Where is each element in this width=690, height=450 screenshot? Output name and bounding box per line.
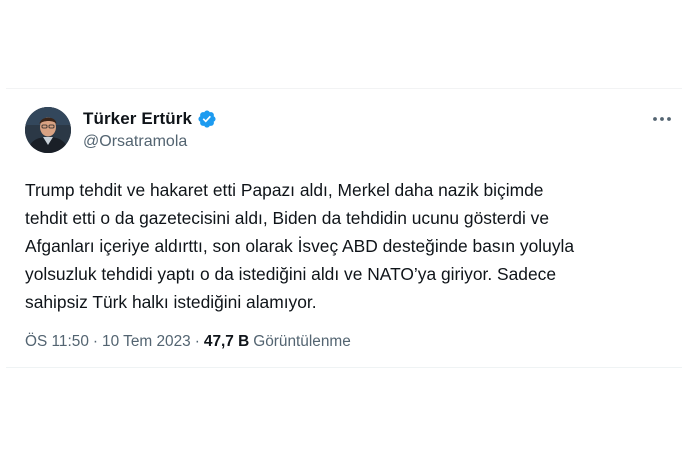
- tweet-text-line: sahipsiz Türk halkı istediğini alamıyor.: [25, 292, 317, 312]
- tweet-date[interactable]: 10 Tem 2023: [102, 333, 191, 351]
- verified-badge-icon: [197, 109, 217, 129]
- meta-separator: ·: [194, 333, 200, 350]
- tweet-time[interactable]: ÖS 11:50: [25, 333, 89, 351]
- tweet-card: Türker Ertürk @Orsatramola Trump tehdit …: [6, 88, 682, 368]
- author-display-name[interactable]: Türker Ertürk: [83, 109, 192, 129]
- tweet-text: Trump tehdit ve hakaret etti Papazı aldı…: [25, 176, 670, 316]
- tweet-meta: ÖS 11:50 · 10 Tem 2023 · 47,7 B Görüntül…: [25, 333, 351, 351]
- meta-separator: ·: [92, 333, 99, 350]
- author-name-row[interactable]: Türker Ertürk: [83, 108, 217, 130]
- tweet-text-line: yolsuzluk tehdidi yaptı o da istediğini …: [25, 264, 557, 284]
- author-handle[interactable]: @Orsatramola: [83, 133, 187, 151]
- more-options-button[interactable]: [650, 111, 674, 127]
- tweet-text-line: tehdit etti o da gazetecisini aldı, Bide…: [25, 208, 550, 228]
- avatar-image: [25, 107, 71, 153]
- tweet-text-line: Trump tehdit ve hakaret etti Papazı aldı…: [25, 180, 544, 200]
- views-label[interactable]: Görüntülenme: [253, 333, 351, 351]
- avatar[interactable]: [25, 107, 71, 153]
- tweet-text-line: Afganları içeriye aldırttı, son olarak İ…: [25, 236, 575, 256]
- more-horizontal-icon: [653, 117, 671, 121]
- views-count[interactable]: 47,7 B: [204, 333, 249, 351]
